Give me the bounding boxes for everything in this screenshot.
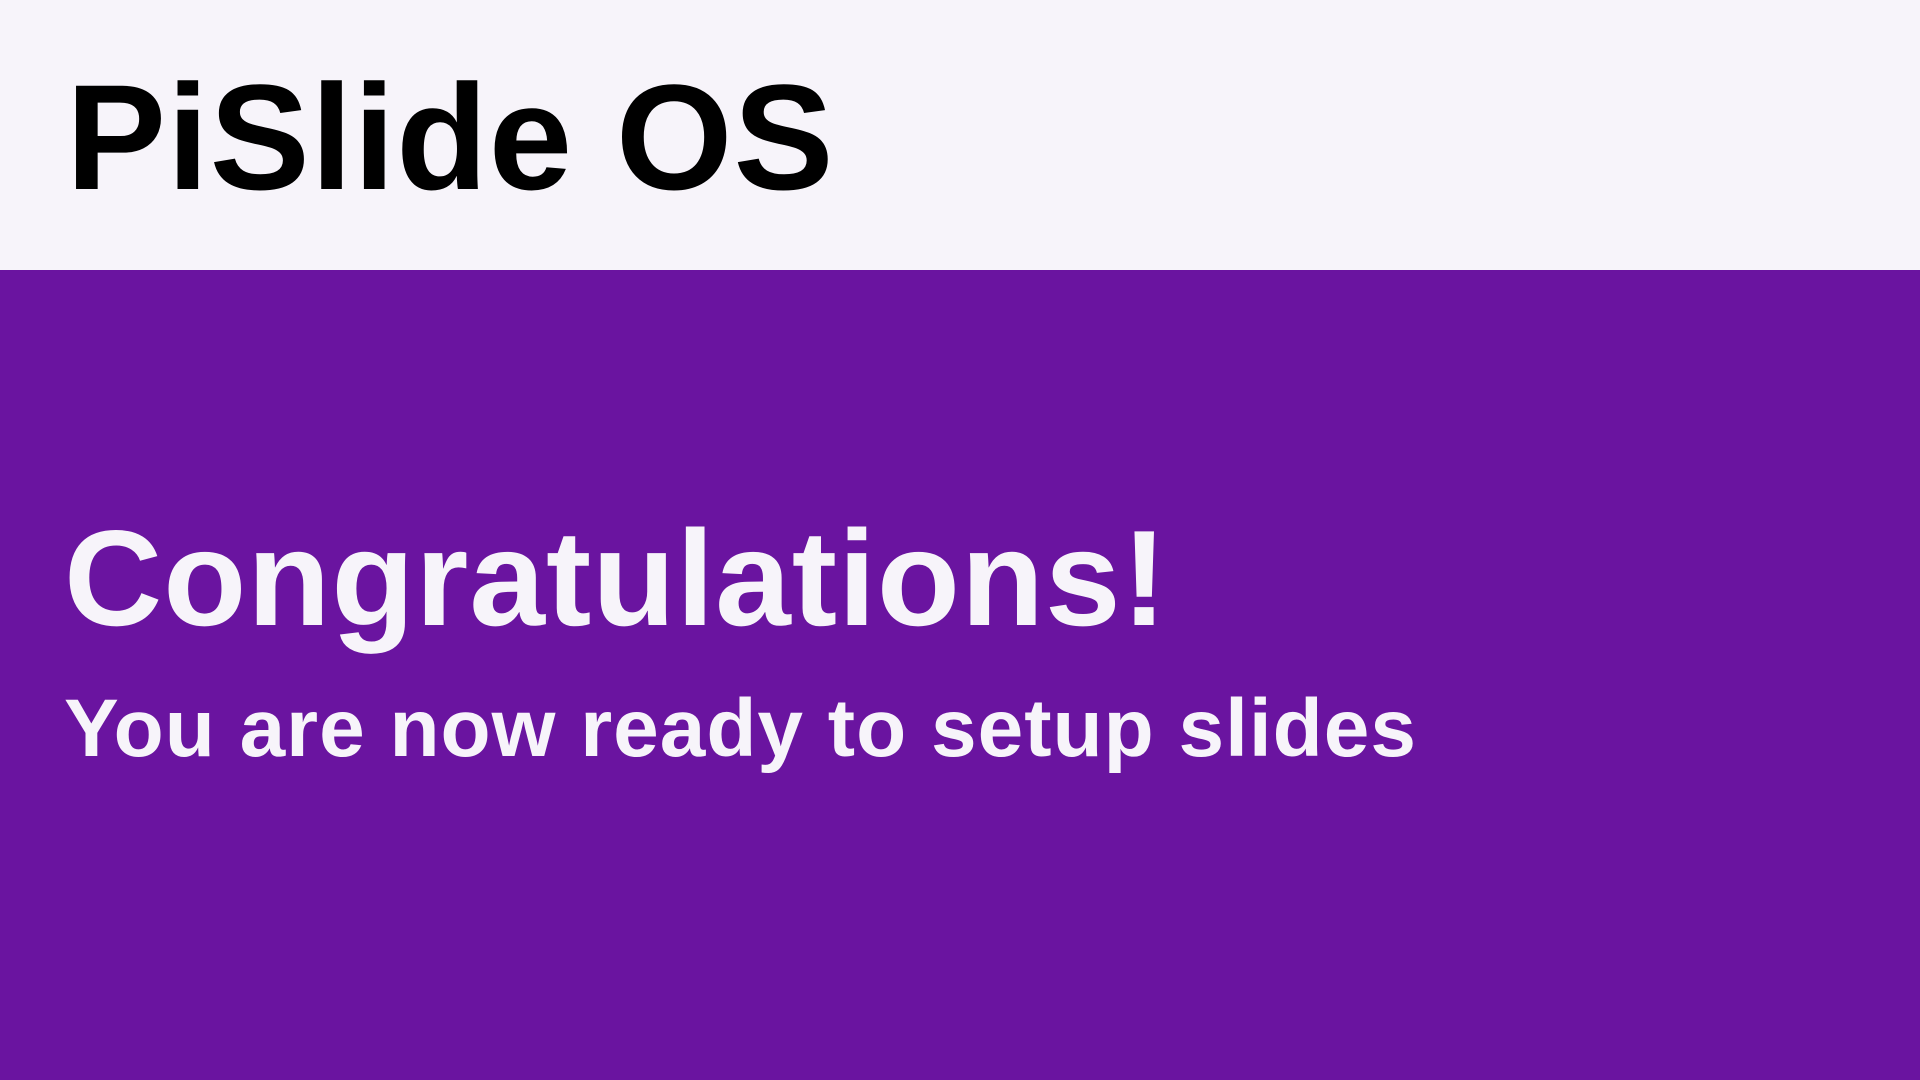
congratulations-heading: Congratulations!	[64, 502, 1168, 654]
ready-message: You are now ready to setup slides	[64, 683, 1417, 774]
main-panel: Congratulations! You are now ready to se…	[0, 270, 1920, 1080]
header-bar: PiSlide OS	[0, 0, 1920, 270]
app-title: PiSlide OS	[66, 53, 835, 221]
